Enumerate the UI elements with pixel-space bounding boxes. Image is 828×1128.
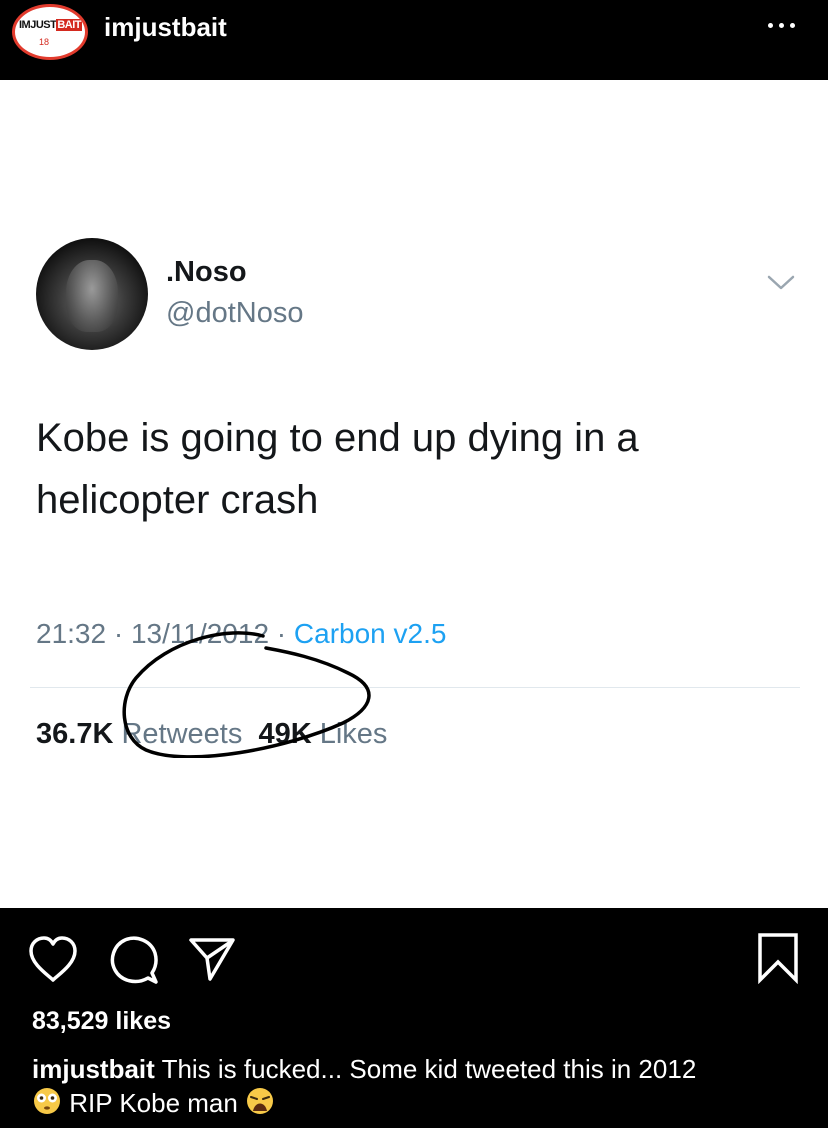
post-image[interactable]: .Noso @dotNoso Kobe is going to end up d… (0, 80, 828, 908)
post-caption: imjustbait This is fucked... Some kid tw… (32, 1052, 802, 1120)
tweet-display-name: .Noso (166, 256, 247, 288)
post-actions: 83,529 likes imjustbait This is fucked..… (0, 908, 828, 1128)
post-header: IMJUSTBAIT 18 imjustbait (0, 0, 828, 80)
account-avatar[interactable]: IMJUSTBAIT 18 (12, 4, 88, 60)
caption-text: This is fucked... Some kid tweeted this … (161, 1054, 697, 1084)
tweet-text: Kobe is going to end up dying in a helic… (36, 416, 639, 522)
more-horizontal-icon[interactable] (766, 14, 800, 34)
bookmark-icon[interactable] (756, 932, 800, 984)
tweet-handle: @dotNoso (166, 297, 304, 329)
heart-icon[interactable] (28, 936, 78, 984)
logo-badge: 18 (39, 37, 50, 47)
caption-username[interactable]: imjustbait (32, 1054, 155, 1084)
account-username[interactable]: imjustbait (104, 12, 227, 43)
retweets-count: 36.7K (36, 718, 114, 750)
caption-text-2: RIP Kobe man (69, 1088, 238, 1118)
comment-icon[interactable] (110, 935, 160, 985)
flushed-face-emoji (34, 1088, 60, 1114)
chevron-down-icon (767, 275, 795, 290)
tweet-time: 21:32 (36, 618, 107, 649)
post-likes-count[interactable]: 83,529 likes (32, 1007, 171, 1036)
weary-face-emoji (247, 1088, 274, 1114)
circle-annotation (122, 631, 371, 758)
logo-text: IMJUSTBAIT (19, 19, 83, 31)
share-icon[interactable] (188, 936, 236, 982)
tweet-avatar (36, 238, 148, 350)
